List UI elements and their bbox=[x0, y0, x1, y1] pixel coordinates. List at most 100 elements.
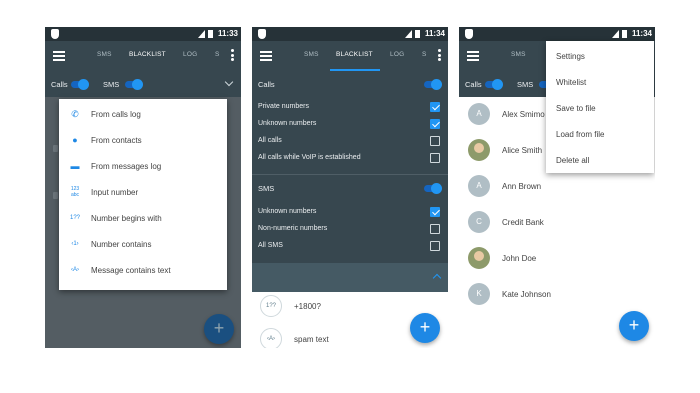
calls-toggle[interactable] bbox=[424, 79, 442, 90]
tab-sms[interactable]: SMS bbox=[97, 51, 112, 58]
calls-toggle[interactable] bbox=[71, 79, 89, 90]
option-unknown-numbers[interactable]: Unknown numbers bbox=[252, 116, 448, 133]
tab-blacklist[interactable]: BLACKLIST bbox=[336, 51, 373, 58]
menu-item-label: Number contains bbox=[91, 240, 152, 249]
option-non-numeric[interactable]: Non-numeric numbers bbox=[252, 221, 448, 238]
menu-icon[interactable] bbox=[260, 51, 272, 61]
tab-s[interactable]: S bbox=[215, 51, 220, 58]
contact-row[interactable]: John Doe bbox=[459, 241, 655, 277]
checkbox[interactable] bbox=[430, 102, 440, 112]
number-contains-icon: ‹1› bbox=[71, 241, 79, 247]
menu-item-save-to-file[interactable]: Save to file bbox=[556, 104, 596, 113]
option-label: Unknown numbers bbox=[258, 208, 317, 215]
shield-icon bbox=[258, 29, 266, 39]
option-private-numbers[interactable]: Private numbers bbox=[252, 99, 448, 116]
tab-sms[interactable]: SMS bbox=[511, 51, 526, 58]
menu-item-number-begins[interactable]: 1?? Number begins with bbox=[59, 205, 227, 231]
shield-icon bbox=[51, 29, 59, 39]
avatar: A bbox=[468, 103, 490, 125]
status-time: 11:34 bbox=[631, 29, 652, 38]
add-fab-button[interactable]: + bbox=[204, 314, 234, 344]
chevron-down-icon[interactable] bbox=[224, 77, 234, 87]
option-voip[interactable]: All calls while VoIP is established bbox=[252, 150, 448, 167]
menu-item-messages-log[interactable]: ▬ From messages log bbox=[59, 153, 227, 179]
number-begins-icon: 1?? bbox=[69, 215, 80, 221]
menu-item-contacts[interactable]: ● From contacts bbox=[59, 127, 227, 153]
option-label: All calls bbox=[258, 137, 282, 144]
contact-name: Alex Smimo bbox=[502, 110, 545, 119]
signal-icon bbox=[405, 30, 412, 38]
tab-blacklist[interactable]: BLACKLIST bbox=[129, 51, 166, 58]
menu-icon[interactable] bbox=[53, 51, 65, 61]
phone-icon bbox=[53, 145, 58, 152]
contact-row[interactable]: A Ann Brown bbox=[459, 169, 655, 205]
avatar-photo bbox=[468, 139, 490, 161]
contact-row[interactable]: K Kate Johnson bbox=[459, 277, 655, 313]
entry-text: spam text bbox=[294, 335, 329, 344]
menu-item-label: From calls log bbox=[91, 110, 141, 119]
contact-row[interactable]: C Credit Bank bbox=[459, 205, 655, 241]
menu-item-settings[interactable]: Settings bbox=[556, 52, 585, 61]
sms-toggle[interactable] bbox=[125, 79, 143, 90]
menu-item-delete-all[interactable]: Delete all bbox=[556, 156, 589, 165]
checkbox[interactable] bbox=[430, 119, 440, 129]
checkbox[interactable] bbox=[430, 153, 440, 163]
avatar-photo bbox=[468, 247, 490, 269]
collapse-bar[interactable] bbox=[252, 263, 448, 292]
menu-item-number-contains[interactable]: ‹1› Number contains bbox=[59, 231, 227, 257]
option-sms-unknown[interactable]: Unknown numbers bbox=[252, 204, 448, 221]
message-icon: ▬ bbox=[70, 161, 80, 171]
more-options-icon[interactable] bbox=[231, 49, 234, 63]
calls-label: Calls bbox=[465, 80, 482, 89]
contact-name: John Doe bbox=[502, 254, 537, 263]
status-time: 11:33 bbox=[217, 29, 238, 38]
calls-toggle[interactable] bbox=[485, 79, 503, 90]
contact-name: Ann Brown bbox=[502, 182, 542, 191]
checkbox[interactable] bbox=[430, 207, 440, 217]
shield-icon bbox=[465, 29, 473, 39]
checkbox[interactable] bbox=[430, 241, 440, 251]
option-label: All SMS bbox=[258, 242, 283, 249]
tab-log[interactable]: LOG bbox=[390, 51, 404, 58]
sms-section-header: SMS bbox=[252, 177, 448, 199]
option-all-sms[interactable]: All SMS bbox=[252, 238, 448, 255]
tab-sms[interactable]: SMS bbox=[304, 51, 319, 58]
sms-label: SMS bbox=[103, 80, 120, 89]
menu-item-label: From messages log bbox=[91, 162, 162, 171]
menu-item-label: Input number bbox=[91, 188, 139, 197]
contact-name: Alice Smith bbox=[502, 146, 543, 155]
text-contains-icon: ‹A› bbox=[260, 328, 282, 348]
menu-item-label: Message contains text bbox=[91, 266, 171, 275]
add-fab-button[interactable]: + bbox=[619, 311, 649, 341]
menu-item-load-from-file[interactable]: Load from file bbox=[556, 130, 604, 139]
option-label: All calls while VoIP is established bbox=[258, 154, 361, 161]
menu-item-input-number[interactable]: 123 abc Input number bbox=[59, 179, 227, 205]
divider bbox=[252, 174, 448, 175]
option-label: Non-numeric numbers bbox=[258, 225, 328, 232]
tab-s[interactable]: S bbox=[422, 51, 427, 58]
battery-icon bbox=[622, 30, 627, 38]
entry-text: +1800? bbox=[294, 302, 321, 311]
status-time: 11:34 bbox=[424, 29, 445, 38]
checkbox[interactable] bbox=[430, 224, 440, 234]
tab-log[interactable]: LOG bbox=[183, 51, 197, 58]
checkbox[interactable] bbox=[430, 136, 440, 146]
screen-whitelist-menu: 11:34 SMS Calls SMS A Alex Smimo Alice S… bbox=[459, 27, 655, 348]
menu-item-whitelist[interactable]: Whitelist bbox=[556, 78, 586, 87]
sms-toggle[interactable] bbox=[424, 183, 442, 194]
status-bar: 11:34 bbox=[252, 27, 448, 41]
menu-icon[interactable] bbox=[467, 51, 479, 61]
menu-item-calls-log[interactable]: ✆ From calls log bbox=[59, 101, 227, 127]
more-options-icon[interactable] bbox=[438, 49, 441, 63]
option-all-calls[interactable]: All calls bbox=[252, 133, 448, 150]
calls-label: Calls bbox=[51, 80, 68, 89]
avatar: K bbox=[468, 283, 490, 305]
phone-icon: ✆ bbox=[71, 109, 79, 119]
toolbar: SMS BLACKLIST LOG S bbox=[45, 41, 241, 71]
add-fab-button[interactable]: + bbox=[410, 313, 440, 343]
text-contains-icon: ‹A› bbox=[71, 267, 79, 273]
menu-item-message-contains[interactable]: ‹A› Message contains text bbox=[59, 257, 227, 283]
contact-name: Credit Bank bbox=[502, 218, 544, 227]
status-bar: 11:33 bbox=[45, 27, 241, 41]
battery-icon bbox=[415, 30, 420, 38]
